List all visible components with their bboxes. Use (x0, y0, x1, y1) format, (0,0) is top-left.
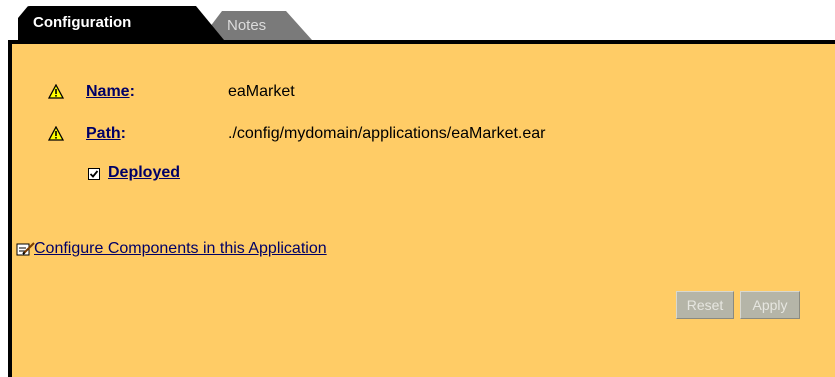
path-colon: : (120, 125, 126, 142)
tab-configuration-label: Configuration (33, 14, 132, 31)
configuration-panel: Name: eaMarket Path: ./config/mydomain/a… (8, 40, 835, 377)
tab-notes-label: Notes (227, 17, 267, 34)
deployed-checkbox[interactable] (88, 168, 100, 180)
apply-button[interactable]: Apply (740, 291, 800, 319)
name-link[interactable]: Name (86, 83, 130, 100)
name-value: eaMarket (228, 83, 295, 100)
name-colon: : (129, 83, 135, 100)
app-window: Notes Configuration Name: eaMarket Path:… (0, 0, 835, 377)
path-link[interactable]: Path (86, 125, 121, 142)
configure-components-link[interactable]: Configure Components in this Application (34, 240, 327, 258)
reset-button[interactable]: Reset (676, 291, 734, 319)
warning-icon (48, 126, 64, 141)
name-label: Name: (86, 83, 135, 101)
edit-icon (16, 242, 35, 256)
path-label: Path: (86, 125, 126, 143)
tab-configuration[interactable]: Configuration (18, 6, 224, 40)
deployed-link[interactable]: Deployed (108, 164, 180, 182)
path-value: ./config/mydomain/applications/eaMarket.… (228, 125, 546, 142)
checkbox-icon (89, 170, 99, 178)
warning-icon (48, 84, 64, 99)
